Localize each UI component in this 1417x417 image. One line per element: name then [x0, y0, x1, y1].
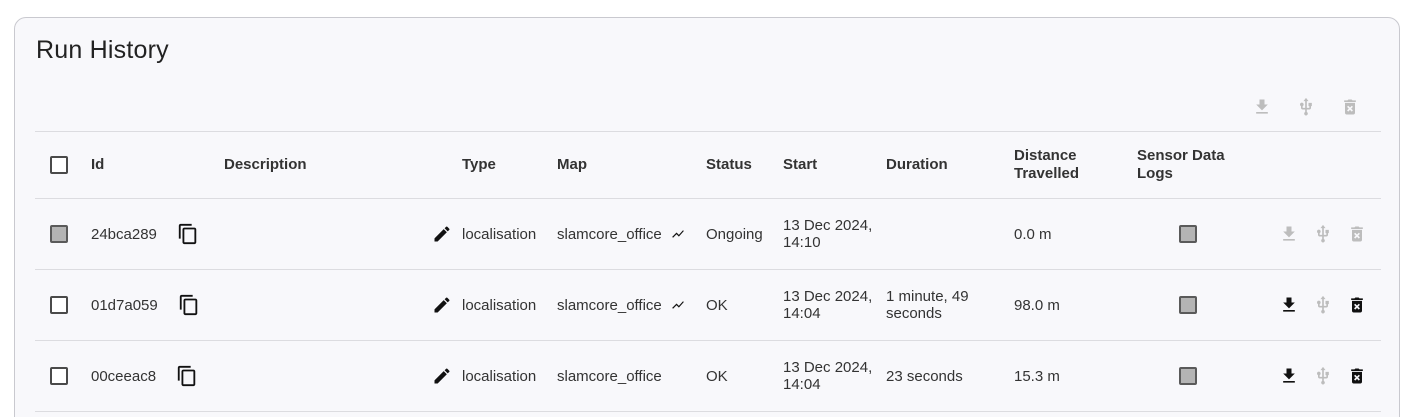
map-cell: slamcore_office — [557, 270, 706, 341]
run-history-table: Id Description Type Map Status Start Dur… — [35, 131, 1381, 412]
copy-icon[interactable] — [176, 365, 198, 387]
row-select-checkbox[interactable] — [50, 296, 68, 314]
header-duration[interactable]: Duration — [886, 132, 1014, 199]
sensor-logs-cell — [1137, 341, 1381, 412]
description-cell — [224, 270, 462, 341]
sensor-logs-checkbox[interactable] — [1179, 367, 1197, 385]
duration-line1: 1 minute, 49 — [886, 288, 969, 305]
delete-icon[interactable] — [1347, 366, 1367, 386]
sensor-logs-cell — [1137, 270, 1381, 341]
start-date: 13 Dec 2024, — [783, 288, 873, 305]
type-cell: localisation — [462, 367, 537, 385]
row-select-cell — [35, 199, 91, 270]
start-cell: 13 Dec 2024, 14:04 — [783, 341, 886, 412]
start-cell: 13 Dec 2024, 14:10 — [783, 199, 886, 270]
table-row[interactable]: 24bca289 localisation slamcore_office On… — [35, 199, 1381, 270]
bulk-delete-button[interactable] — [1335, 92, 1365, 122]
start-date: 13 Dec 2024, — [783, 217, 873, 234]
header-status[interactable]: Status — [706, 132, 783, 199]
row-select-checkbox[interactable] — [50, 225, 68, 243]
download-icon[interactable] — [1279, 366, 1299, 386]
duration-cell: 23 seconds — [886, 341, 1014, 412]
header-sensor-logs[interactable]: Sensor Data Logs — [1137, 132, 1381, 199]
select-all-cell — [35, 132, 91, 199]
run-id: 01d7a059 — [91, 296, 158, 314]
sensor-logs-checkbox[interactable] — [1179, 225, 1197, 243]
duration-line1: 23 seconds — [886, 367, 963, 385]
row-select-cell — [35, 270, 91, 341]
type-cell: localisation — [462, 296, 537, 314]
map-name[interactable]: slamcore_office — [557, 226, 662, 243]
download-icon[interactable] — [1279, 224, 1299, 244]
status-cell: OK — [706, 367, 728, 385]
start-time: 14:04 — [783, 305, 821, 322]
header-sensor-line1: Sensor Data — [1137, 147, 1225, 164]
usb-icon[interactable] — [1313, 366, 1333, 386]
status-cell: Ongoing — [706, 225, 763, 243]
download-icon — [1256, 99, 1268, 114]
bulk-usb-button[interactable] — [1291, 92, 1321, 122]
header-distance-line1: Distance — [1014, 147, 1077, 164]
map-cell: slamcore_office — [557, 341, 706, 412]
header-sensor-line2: Logs — [1137, 165, 1173, 182]
row-select-checkbox[interactable] — [50, 367, 68, 385]
start-time: 14:04 — [783, 376, 821, 393]
delete-icon — [1344, 99, 1356, 115]
description-cell — [224, 341, 462, 412]
run-id: 00ceeac8 — [91, 367, 157, 385]
duration-cell — [886, 199, 1014, 270]
duration-line2: seconds — [886, 305, 942, 322]
header-map[interactable]: Map — [557, 132, 706, 199]
run-history-panel: Run History Id Description Type Map Stat… — [14, 17, 1400, 417]
start-time: 14:10 — [783, 234, 821, 251]
select-all-checkbox[interactable] — [50, 156, 68, 174]
bulk-download-button[interactable] — [1247, 92, 1277, 122]
bulk-actions-toolbar — [1247, 92, 1365, 122]
copy-icon[interactable] — [178, 294, 200, 316]
map-name[interactable]: slamcore_office — [557, 368, 662, 385]
edit-icon[interactable] — [432, 224, 452, 244]
header-start[interactable]: Start — [783, 132, 886, 199]
id-cell: 00ceeac8 — [91, 341, 224, 412]
map-cell: slamcore_office — [557, 199, 706, 270]
header-distance[interactable]: Distance Travelled — [1014, 132, 1137, 199]
usb-icon[interactable] — [1313, 224, 1333, 244]
start-date: 13 Dec 2024, — [783, 359, 873, 376]
usb-icon[interactable] — [1313, 295, 1333, 315]
header-distance-line2: Travelled — [1014, 165, 1080, 182]
id-cell: 01d7a059 — [91, 270, 224, 341]
table-header-row: Id Description Type Map Status Start Dur… — [35, 131, 1381, 199]
type-cell: localisation — [462, 225, 537, 243]
table-row[interactable]: 01d7a059 localisation slamcore_office OK… — [35, 270, 1381, 341]
sensor-logs-checkbox[interactable] — [1179, 296, 1197, 314]
trajectory-icon[interactable] — [671, 227, 685, 241]
delete-icon[interactable] — [1347, 295, 1367, 315]
description-cell — [224, 199, 462, 270]
copy-icon[interactable] — [177, 223, 199, 245]
id-cell: 24bca289 — [91, 199, 224, 270]
distance-cell: 98.0 m — [1014, 296, 1060, 314]
start-cell: 13 Dec 2024, 14:04 — [783, 270, 886, 341]
delete-icon[interactable] — [1347, 224, 1367, 244]
table-row[interactable]: 00ceeac8 localisation slamcore_office OK… — [35, 341, 1381, 412]
distance-cell: 0.0 m — [1014, 225, 1052, 243]
header-type[interactable]: Type — [462, 132, 557, 199]
download-icon[interactable] — [1279, 295, 1299, 315]
duration-cell: 1 minute, 49 seconds — [886, 270, 1014, 341]
trajectory-icon[interactable] — [671, 298, 685, 312]
status-cell: OK — [706, 296, 728, 314]
run-id: 24bca289 — [91, 225, 157, 243]
usb-icon — [1300, 97, 1312, 116]
distance-cell: 15.3 m — [1014, 367, 1060, 385]
header-description[interactable]: Description — [224, 132, 462, 199]
edit-icon[interactable] — [432, 295, 452, 315]
row-select-cell — [35, 341, 91, 412]
map-name[interactable]: slamcore_office — [557, 297, 662, 314]
sensor-logs-cell — [1137, 199, 1381, 270]
panel-title: Run History — [36, 36, 169, 64]
header-id[interactable]: Id — [91, 132, 224, 199]
edit-icon[interactable] — [432, 366, 452, 386]
